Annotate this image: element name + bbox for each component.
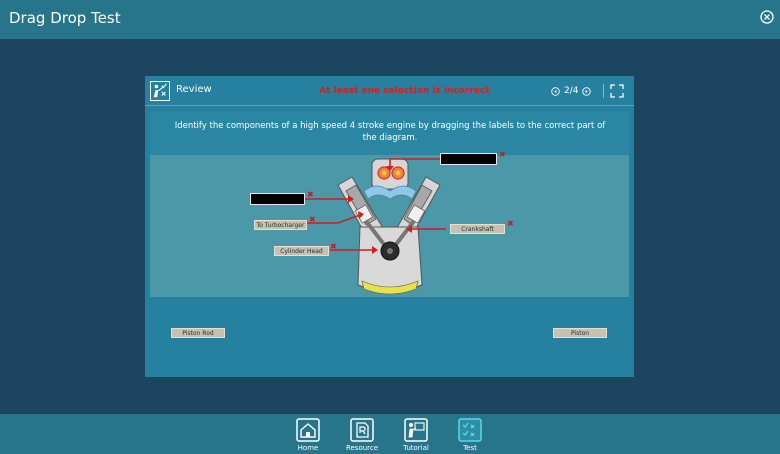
nav-test[interactable]: Test	[450, 418, 490, 452]
bottom-nav: Home Resource Tutorial Test	[0, 414, 780, 454]
next-question-icon[interactable]	[582, 86, 592, 96]
nav-resource[interactable]: Resource	[342, 418, 382, 452]
engine-diagram-area: ✖ ✖ To Turbocharger ✖ Cylinder Head ✖ Cr…	[150, 151, 629, 297]
page-indicator: 2/4	[564, 86, 579, 96]
resource-icon	[350, 418, 374, 442]
drop-slot-turbo-exhaust[interactable]	[440, 153, 497, 165]
pager: 2/4	[551, 84, 605, 98]
drop-slot-left-bank[interactable]	[250, 193, 305, 205]
incorrect-marker: ✖	[507, 219, 514, 228]
close-icon[interactable]	[760, 10, 774, 24]
app-title: Drag Drop Test	[9, 9, 121, 27]
nav-home[interactable]: Home	[288, 418, 328, 452]
placed-label-to-turbocharger[interactable]: To Turbocharger	[254, 220, 307, 230]
fullscreen-icon[interactable]	[610, 84, 624, 98]
test-icon	[458, 418, 482, 442]
review-icon	[150, 81, 170, 101]
draggable-label-piston[interactable]: Piston	[553, 328, 607, 338]
previous-question-icon[interactable]	[551, 86, 560, 96]
placed-label-crankshaft[interactable]: Crankshaft	[450, 224, 505, 234]
draggable-label-piston-rod[interactable]: Piston Rod	[171, 328, 225, 338]
question-panel: Review At least one selection is incorre…	[145, 76, 634, 377]
incorrect-marker: ✖	[307, 190, 314, 199]
engine-diagram	[302, 158, 446, 295]
question-text: Identify the components of a high speed …	[174, 121, 606, 143]
placed-label-cylinder-head[interactable]: Cylinder Head	[274, 246, 329, 256]
incorrect-marker: ✖	[309, 215, 316, 224]
feedback-message: At least one selection is incorrect	[319, 86, 490, 96]
incorrect-marker: ✖	[330, 242, 337, 251]
pager-divider	[603, 84, 605, 98]
incorrect-marker: ✖	[499, 150, 506, 159]
title-bar: Drag Drop Test	[0, 0, 780, 39]
review-label: Review	[176, 84, 212, 95]
panel-header: Review At least one selection is incorre…	[145, 76, 634, 106]
nav-label-home: Home	[297, 444, 319, 452]
home-icon	[296, 418, 320, 442]
question-box: Identify the components of a high speed …	[150, 111, 629, 155]
nav-tutorial[interactable]: Tutorial	[396, 418, 436, 452]
nav-label-resource: Resource	[345, 444, 379, 452]
nav-label-test: Test	[463, 444, 477, 452]
nav-label-tutorial: Tutorial	[403, 444, 429, 452]
tutorial-icon	[404, 418, 428, 442]
